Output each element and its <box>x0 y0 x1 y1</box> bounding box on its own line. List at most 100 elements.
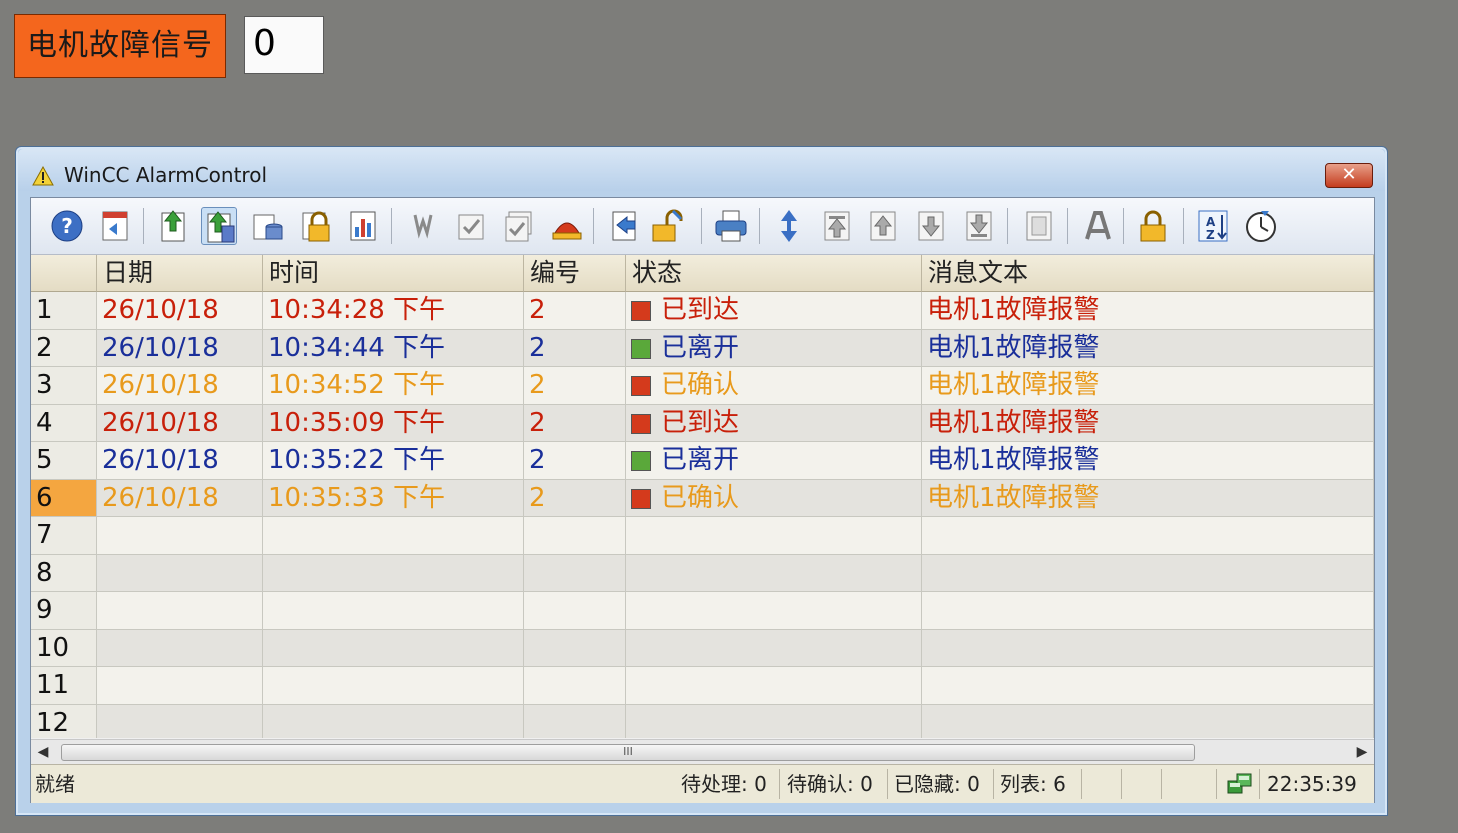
header-status[interactable]: 状态 <box>626 255 922 292</box>
date-cell: 26/10/18 <box>97 292 263 330</box>
status-cell: 已到达 <box>626 404 922 442</box>
print-button[interactable] <box>713 207 749 245</box>
lock-list-icon <box>302 211 330 242</box>
status-cell <box>626 592 922 630</box>
table-row[interactable]: 11 <box>31 667 1374 705</box>
header-corner[interactable] <box>31 255 97 292</box>
autoscroll-button[interactable] <box>771 207 807 245</box>
horn-acknowledge-button[interactable] <box>549 207 585 245</box>
archive-list-icon <box>207 211 235 243</box>
number-cell <box>524 667 626 705</box>
motor-fault-signal-label: 电机故障信号 <box>14 14 226 78</box>
time-base-icon <box>1246 211 1276 242</box>
svg-text:Z: Z <box>1206 228 1215 242</box>
first-message-button[interactable] <box>819 207 855 245</box>
status-cell <box>626 517 922 555</box>
unlock-icon <box>652 209 683 242</box>
table-row[interactable]: 9 <box>31 592 1374 630</box>
selection-dialog-button[interactable] <box>97 207 133 245</box>
table-row[interactable]: 10 <box>31 629 1374 667</box>
row-number[interactable]: 9 <box>31 592 97 630</box>
hit-list-button[interactable] <box>345 207 381 245</box>
table-row[interactable]: 7 <box>31 517 1374 555</box>
table-row[interactable]: 6 26/10/18 10:35:33 下午 2 已确认 电机1故障报警 <box>31 479 1374 517</box>
horizontal-scrollbar[interactable]: ◀ III ▶ <box>31 739 1374 764</box>
table-row[interactable]: 12 <box>31 704 1374 738</box>
table-row[interactable]: 2 26/10/18 10:34:44 下午 2 已离开 电机1故障报警 <box>31 329 1374 367</box>
comment-button[interactable] <box>1079 207 1115 245</box>
number-cell <box>524 592 626 630</box>
previous-message-icon <box>870 211 896 241</box>
header-message-text[interactable]: 消息文本 <box>922 255 1374 292</box>
row-number[interactable]: 7 <box>31 517 97 555</box>
help-button[interactable]: ? <box>49 207 85 245</box>
archive-list-button[interactable] <box>201 207 237 245</box>
title-bar[interactable]: WinCC AlarmControl ✕ <box>18 149 1385 191</box>
header-number[interactable]: 编号 <box>524 255 626 292</box>
alarm-control-window: WinCC AlarmControl ✕ ? A Z 日期 时间 编号 状态 消息文本 1 26… <box>15 146 1388 816</box>
header-date[interactable]: 日期 <box>97 255 263 292</box>
next-message-icon <box>918 211 944 241</box>
status-text: 已到达 <box>661 295 740 325</box>
group-acknowledge-button[interactable] <box>501 207 537 245</box>
group-acknowledge-icon <box>505 211 532 242</box>
row-number[interactable]: 4 <box>31 404 97 442</box>
status-to-acknowledge: 待确认: 0 <box>787 772 873 796</box>
time-base-button[interactable] <box>1243 207 1279 245</box>
alarm-table: 日期 时间 编号 状态 消息文本 1 26/10/18 10:34:28 下午 2 已到达 电机1故… <box>31 255 1374 738</box>
sort-icon: AZ <box>1198 210 1228 242</box>
lock-list-button[interactable] <box>297 207 333 245</box>
message-text-cell: 电机1故障报警 <box>922 292 1374 330</box>
table-row[interactable]: 5 26/10/18 10:35:22 下午 2 已离开 电机1故障报警 <box>31 442 1374 480</box>
previous-message-button[interactable] <box>865 207 901 245</box>
status-cell <box>626 667 922 705</box>
next-message-button[interactable] <box>913 207 949 245</box>
row-number[interactable]: 5 <box>31 442 97 480</box>
last-message-button[interactable] <box>961 207 997 245</box>
lock-button[interactable] <box>1135 207 1171 245</box>
unlock-button[interactable] <box>649 207 685 245</box>
message-text-cell <box>922 667 1374 705</box>
message-text-cell: 电机1故障报警 <box>922 329 1374 367</box>
row-number[interactable]: 8 <box>31 554 97 592</box>
single-acknowledge-button[interactable] <box>453 207 489 245</box>
scroll-left-icon[interactable]: ◀ <box>31 740 55 764</box>
row-number[interactable]: 6 <box>31 479 97 517</box>
horn-acknowledge-icon <box>552 222 582 240</box>
current-alarms-button[interactable] <box>155 207 191 245</box>
status-ready: 就绪 <box>35 772 75 796</box>
loop-in-alarm-button[interactable] <box>405 207 441 245</box>
table-row[interactable]: 1 26/10/18 10:34:28 下午 2 已到达 电机1故障报警 <box>31 292 1374 330</box>
message-text-cell: 电机1故障报警 <box>922 479 1374 517</box>
row-number[interactable]: 1 <box>31 292 97 330</box>
alarm-state-icon <box>631 488 651 509</box>
emergency-acknowledge-button[interactable] <box>605 207 641 245</box>
hidden-list-button[interactable] <box>249 207 285 245</box>
sort-button[interactable]: AZ <box>1195 207 1231 245</box>
selection-dialog-icon <box>102 211 128 241</box>
row-number[interactable]: 12 <box>31 704 97 738</box>
scroll-right-icon[interactable]: ▶ <box>1350 740 1374 764</box>
table-row[interactable]: 3 26/10/18 10:34:52 下午 2 已确认 电机1故障报警 <box>31 367 1374 405</box>
table-row[interactable]: 4 26/10/18 10:35:09 下午 2 已到达 电机1故障报警 <box>31 404 1374 442</box>
status-text: 已离开 <box>661 445 740 475</box>
table-row[interactable]: 8 <box>31 554 1374 592</box>
status-text: 已离开 <box>661 332 740 363</box>
alarm-content: ? A Z 日期 时间 编号 状态 消息文本 1 26/10/18 10:34:28 下午 2 已到达… <box>30 197 1375 803</box>
date-cell: 26/10/18 <box>97 329 263 367</box>
header-time[interactable]: 时间 <box>263 255 524 292</box>
row-number[interactable]: 10 <box>31 629 97 667</box>
scroll-thumb[interactable]: III <box>61 744 1195 761</box>
row-number[interactable]: 2 <box>31 329 97 367</box>
status-list: 列表: 6 <box>1000 772 1066 796</box>
info-text-button[interactable] <box>1021 207 1057 245</box>
motor-fault-signal-value[interactable]: 0 <box>244 16 324 74</box>
window-title: WinCC AlarmControl <box>64 163 267 187</box>
number-cell: 2 <box>524 329 626 367</box>
date-cell: 26/10/18 <box>97 479 263 517</box>
row-number[interactable]: 11 <box>31 667 97 705</box>
status-cell <box>626 629 922 667</box>
message-text-cell <box>922 592 1374 630</box>
row-number[interactable]: 3 <box>31 367 97 405</box>
close-button[interactable]: ✕ <box>1325 163 1373 188</box>
